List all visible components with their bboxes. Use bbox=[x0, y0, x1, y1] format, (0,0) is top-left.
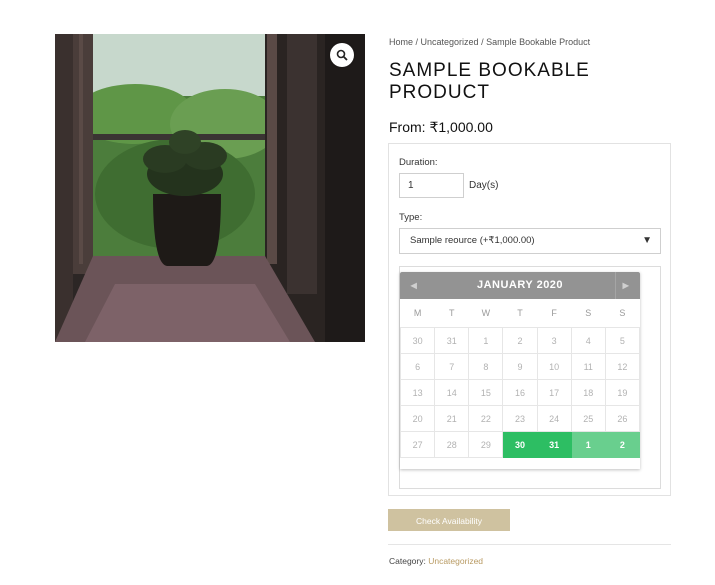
caret-down-icon: ▼ bbox=[642, 235, 652, 246]
product-title: SAMPLE BOOKABLE PRODUCT bbox=[389, 60, 590, 103]
calendar-day-unavailable: 25 bbox=[570, 405, 606, 432]
weekday-label: T bbox=[448, 308, 455, 318]
check-availability-button[interactable]: Check Availability bbox=[388, 509, 510, 531]
calendar-header: ◀ JANUARY 2020 ▶ bbox=[400, 272, 640, 299]
calendar-day-unavailable: 8 bbox=[468, 353, 504, 380]
calendar-day-unavailable: 2 bbox=[502, 327, 538, 354]
calendar-day-unavailable: 26 bbox=[604, 405, 641, 432]
calendar-day-unavailable: 19 bbox=[604, 379, 641, 406]
chevron-right-icon[interactable]: ▶ bbox=[615, 272, 636, 299]
breadcrumb-current: Sample Bookable Product bbox=[486, 37, 591, 47]
magnifier-icon bbox=[336, 49, 348, 61]
calendar-day-unavailable: 17 bbox=[536, 379, 572, 406]
calendar-day-unavailable: 12 bbox=[604, 353, 641, 380]
calendar-day-unavailable: 30 bbox=[399, 327, 436, 354]
calendar-day-unavailable: 5 bbox=[604, 327, 641, 354]
calendar-day-available[interactable]: 2 bbox=[604, 431, 641, 458]
weekday-label: S bbox=[619, 308, 626, 318]
calendar-day-unavailable: 16 bbox=[502, 379, 538, 406]
product-image[interactable] bbox=[55, 34, 365, 342]
weekday-label: W bbox=[481, 308, 491, 318]
calendar-day-available[interactable]: 31 bbox=[536, 431, 572, 458]
calendar-day-unavailable: 29 bbox=[468, 431, 504, 458]
calendar-day-available[interactable]: 1 bbox=[570, 431, 606, 458]
calendar-day-unavailable: 6 bbox=[399, 353, 436, 380]
type-selected-value: Sample reource (+₹1,000.00) bbox=[410, 235, 535, 246]
calendar-day-unavailable: 15 bbox=[468, 379, 504, 406]
weekday-label: M bbox=[413, 308, 422, 318]
category-link[interactable]: Uncategorized bbox=[428, 556, 483, 566]
calendar-day-unavailable: 13 bbox=[399, 379, 436, 406]
divider bbox=[388, 544, 671, 545]
price-amount: ₹1,000.00 bbox=[429, 119, 493, 135]
type-label: Type: bbox=[399, 212, 423, 223]
calendar-day-available[interactable]: 30 bbox=[502, 431, 538, 458]
duration-unit: Day(s) bbox=[469, 180, 499, 191]
calendar-day-unavailable: 9 bbox=[502, 353, 538, 380]
breadcrumb-home[interactable]: Home bbox=[389, 37, 413, 47]
breadcrumb-category[interactable]: Uncategorized bbox=[421, 37, 479, 47]
product-price: From: ₹1,000.00 bbox=[389, 119, 493, 136]
booking-calendar: ◀ JANUARY 2020 ▶ M T W T F S S 30 31 1 2… bbox=[399, 272, 641, 469]
calendar-day-unavailable: 24 bbox=[536, 405, 572, 432]
weekday-label: S bbox=[585, 308, 592, 318]
calendar-day-unavailable: 7 bbox=[434, 353, 470, 380]
duration-label: Duration: bbox=[399, 157, 438, 168]
calendar-day-unavailable: 27 bbox=[399, 431, 436, 458]
calendar-day-unavailable: 21 bbox=[434, 405, 470, 432]
calendar-grid: M T W T F S S 30 31 1 2 3 4 5 6 7 8 9 10… bbox=[399, 299, 641, 458]
breadcrumb: Home / Uncategorized / Sample Bookable P… bbox=[389, 37, 590, 47]
calendar-day-unavailable: 18 bbox=[570, 379, 606, 406]
weekday-label: T bbox=[517, 308, 523, 318]
calendar-day-unavailable: 11 bbox=[570, 353, 606, 380]
price-prefix: From: bbox=[389, 119, 430, 135]
calendar-day-unavailable: 4 bbox=[570, 327, 606, 354]
product-meta: Category: Uncategorized bbox=[389, 556, 483, 566]
breadcrumb-separator: / bbox=[413, 37, 421, 47]
calendar-day-unavailable: 14 bbox=[434, 379, 470, 406]
calendar-day-unavailable: 20 bbox=[399, 405, 436, 432]
weekday-label: F bbox=[551, 308, 557, 318]
calendar-day-unavailable: 28 bbox=[434, 431, 470, 458]
booking-form: Duration: 1 Day(s) Type: Sample reource … bbox=[388, 143, 671, 496]
type-select[interactable]: Sample reource (+₹1,000.00) ▼ bbox=[399, 228, 661, 254]
calendar-day-unavailable: 31 bbox=[434, 327, 470, 354]
category-label: Category: bbox=[389, 556, 429, 566]
calendar-day-unavailable: 10 bbox=[536, 353, 572, 380]
calendar-day-unavailable: 3 bbox=[536, 327, 572, 354]
calendar-day-unavailable: 22 bbox=[468, 405, 504, 432]
calendar-month-title: JANUARY 2020 bbox=[476, 279, 564, 291]
zoom-button[interactable] bbox=[330, 43, 354, 67]
calendar-day-unavailable: 23 bbox=[502, 405, 538, 432]
breadcrumb-separator: / bbox=[478, 37, 487, 47]
duration-input[interactable]: 1 bbox=[399, 173, 464, 198]
calendar-day-unavailable: 1 bbox=[468, 327, 504, 354]
chevron-left-icon[interactable]: ◀ bbox=[404, 272, 424, 299]
